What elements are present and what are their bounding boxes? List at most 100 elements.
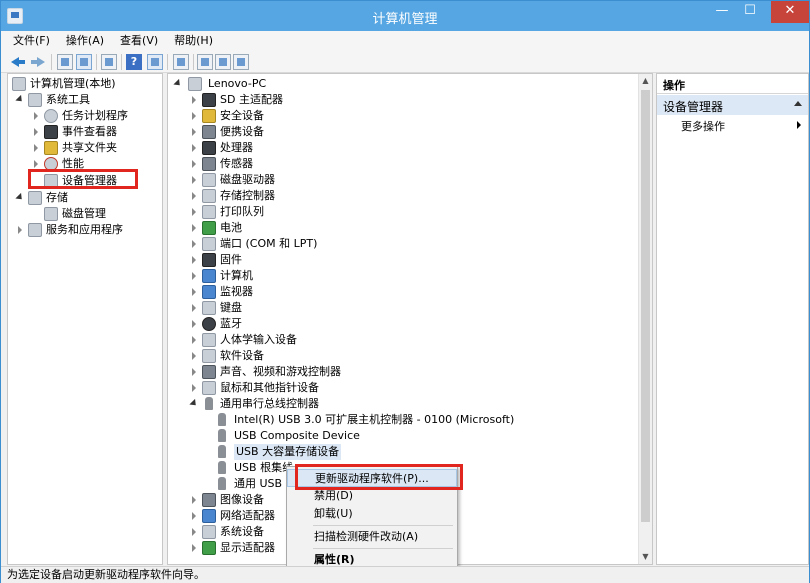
hid-icon — [202, 333, 216, 347]
collapsed-arrow-icon[interactable] — [32, 128, 40, 136]
menu-bar: 文件(F)操作(A)查看(V)帮助(H) — [1, 31, 809, 51]
storage-controller-icon — [202, 189, 216, 203]
collapsed-arrow-icon[interactable] — [190, 128, 198, 136]
uninstall-device-icon[interactable] — [215, 54, 231, 70]
collapsed-arrow-icon[interactable] — [190, 352, 198, 360]
up-folder-icon[interactable] — [57, 54, 73, 70]
collapsed-arrow-icon[interactable] — [190, 384, 198, 392]
scroll-down-icon[interactable]: ▼ — [639, 550, 652, 564]
properties-icon[interactable] — [101, 54, 117, 70]
scan-hardware-icon[interactable] — [173, 54, 189, 70]
menu-view[interactable]: 查看(V) — [112, 31, 166, 49]
collapsed-arrow-icon[interactable] — [190, 112, 198, 120]
scrollbar-thumb[interactable] — [641, 90, 650, 522]
collapsed-arrow-icon[interactable] — [190, 288, 198, 296]
menu-help[interactable]: 帮助(H) — [166, 31, 221, 49]
monitor-icon — [202, 285, 216, 299]
menu-file[interactable]: 文件(F) — [5, 31, 58, 49]
system-device-icon — [202, 525, 216, 539]
sensor-icon — [202, 157, 216, 171]
usb-icon — [218, 461, 226, 474]
back-arrow-icon[interactable] — [11, 54, 27, 70]
title-bar: 计算机管理 — ☐ ✕ — [1, 1, 809, 31]
collapsed-arrow-icon[interactable] — [190, 496, 198, 504]
update-driver-highlight-box — [295, 464, 463, 490]
menu-action[interactable]: 操作(A) — [58, 31, 112, 49]
collapsed-arrow-icon[interactable] — [32, 112, 40, 120]
display-adapter-icon — [202, 541, 216, 555]
usb-icon — [218, 445, 226, 458]
minimize-button[interactable]: — — [707, 1, 737, 23]
status-bar: 为选定设备启动更新驱动程序软件向导。 — [1, 566, 809, 583]
maximize-button[interactable]: ☐ — [735, 1, 765, 23]
collapsed-arrow-icon[interactable] — [190, 240, 198, 248]
collapsed-arrow-icon[interactable] — [32, 160, 40, 168]
update-driver-icon[interactable] — [197, 54, 213, 70]
collapsed-arrow-icon[interactable] — [190, 208, 198, 216]
portable-device-icon — [202, 125, 216, 139]
imaging-device-icon — [202, 493, 216, 507]
security-device-icon — [202, 109, 216, 123]
navigation-tree: 计算机管理(本地) 系统工具 任务计划程序 事件查看器 共享文件夹 性能 — [7, 73, 163, 565]
collapsed-arrow-icon[interactable] — [190, 192, 198, 200]
enable-device-icon[interactable] — [233, 54, 249, 70]
collapsed-arrow-icon[interactable] — [190, 304, 198, 312]
actions-pane: 操作 设备管理器 更多操作 — [656, 73, 809, 565]
expanded-arrow-icon[interactable] — [16, 194, 24, 202]
toolbar-separator — [96, 54, 97, 70]
context-uninstall[interactable]: 卸载(U) — [287, 505, 457, 523]
collapsed-arrow-icon[interactable] — [190, 144, 198, 152]
submenu-arrow-icon — [797, 121, 801, 129]
collapsed-arrow-icon[interactable] — [190, 256, 198, 264]
collapsed-arrow-icon[interactable] — [190, 320, 198, 328]
collapsed-arrow-icon[interactable] — [190, 272, 198, 280]
sound-icon — [202, 365, 216, 379]
storage-icon — [28, 191, 42, 205]
bluetooth-icon — [202, 317, 216, 331]
show-hide-tree-icon[interactable] — [76, 54, 92, 70]
collapsed-arrow-icon[interactable] — [190, 176, 198, 184]
context-scan-hardware[interactable]: 扫描检测硬件改动(A) — [287, 528, 457, 546]
event-viewer-icon — [44, 125, 58, 139]
network-adapter-icon — [202, 509, 216, 523]
tools-icon — [28, 93, 42, 107]
scroll-up-icon[interactable]: ▲ — [639, 74, 652, 88]
expanded-arrow-icon[interactable] — [174, 80, 182, 88]
services-icon — [28, 223, 42, 237]
collapsed-arrow-icon[interactable] — [190, 224, 198, 232]
more-actions-link[interactable]: 更多操作 — [681, 118, 725, 134]
actions-section-device-manager[interactable]: 设备管理器 — [657, 95, 808, 115]
usb-icon — [218, 413, 226, 426]
usb-icon — [205, 397, 213, 410]
close-button[interactable]: ✕ — [771, 1, 809, 23]
expanded-arrow-icon[interactable] — [16, 96, 24, 104]
computer-management-icon — [12, 77, 26, 91]
action-pane-icon[interactable] — [147, 54, 163, 70]
collapsed-arrow-icon[interactable] — [16, 226, 24, 234]
software-device-icon — [202, 349, 216, 363]
collapse-caret-icon[interactable] — [794, 101, 802, 106]
device-tree-scrollbar[interactable]: ▲ ▼ — [638, 74, 652, 564]
sd-host-icon — [202, 93, 216, 107]
collapsed-arrow-icon[interactable] — [190, 512, 198, 520]
actions-section-label: 设备管理器 — [663, 100, 723, 114]
shared-folder-icon — [44, 141, 58, 155]
usb-icon — [218, 477, 226, 490]
toolbar-separator — [167, 54, 168, 70]
collapsed-arrow-icon[interactable] — [190, 528, 198, 536]
expanded-arrow-icon[interactable] — [190, 400, 198, 408]
collapsed-arrow-icon[interactable] — [190, 336, 198, 344]
collapsed-arrow-icon[interactable] — [190, 160, 198, 168]
keyboard-icon — [202, 301, 216, 315]
mouse-icon — [202, 381, 216, 395]
computer-management-window: 计算机管理 — ☐ ✕ 文件(F)操作(A)查看(V)帮助(H) ? 计算机管理… — [0, 0, 810, 583]
menu-divider — [313, 525, 453, 526]
collapsed-arrow-icon[interactable] — [190, 544, 198, 552]
collapsed-arrow-icon[interactable] — [190, 96, 198, 104]
window-title: 计算机管理 — [1, 8, 809, 27]
collapsed-arrow-icon[interactable] — [32, 144, 40, 152]
actions-header: 操作 — [657, 74, 808, 94]
forward-arrow-icon[interactable] — [29, 54, 45, 70]
collapsed-arrow-icon[interactable] — [190, 368, 198, 376]
help-icon[interactable]: ? — [126, 54, 142, 70]
